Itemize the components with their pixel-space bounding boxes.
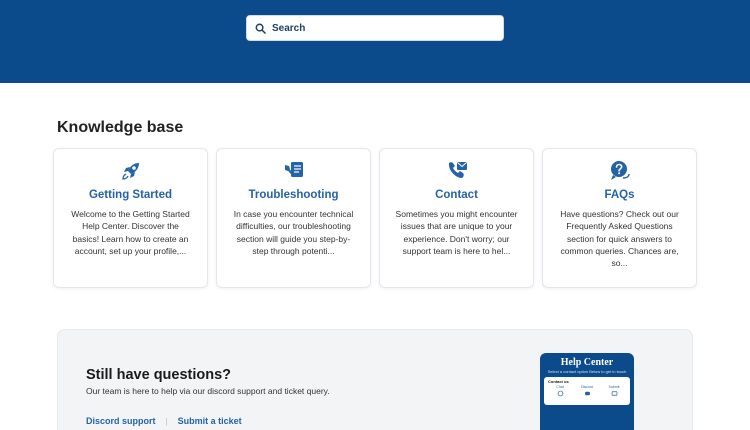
question-chat-icon	[608, 159, 632, 183]
card-description: Have questions? Check out our Frequently…	[560, 209, 679, 269]
section-title: Knowledge base	[57, 119, 184, 136]
still-have-questions-panel: Still have questions? Our team is here t…	[57, 329, 693, 430]
card-description: Sometimes you might encounter issues tha…	[395, 209, 518, 256]
card-contact[interactable]: Contact Sometimes you might encounter is…	[379, 148, 534, 288]
card-faqs[interactable]: FAQs Have questions? Check out our Frequ…	[542, 148, 697, 288]
ticket-icon	[611, 391, 617, 396]
preview-contact-panel: Contact us Chat Discord Submit	[544, 377, 630, 405]
cta-heading: Still have questions?	[86, 367, 232, 383]
submit-ticket-link[interactable]: Submit a ticket	[178, 416, 242, 426]
preview-subtitle: Select a contact option Below to get in …	[547, 369, 627, 374]
tools-icon	[282, 159, 306, 183]
preview-options: Chat Discord Submit	[548, 385, 626, 397]
card-title: Troubleshooting	[248, 189, 339, 201]
preview-option-submit: Submit	[602, 385, 626, 397]
search-placeholder: Search	[272, 22, 306, 34]
preview-option-label: Discord	[581, 385, 593, 389]
card-description: In case you encounter technical difficul…	[233, 209, 354, 256]
link-separator: |	[165, 416, 168, 426]
preview-option-label: Chat	[556, 385, 564, 389]
search-input[interactable]: Search	[246, 15, 504, 41]
hero-banner: Search	[0, 0, 750, 83]
preview-option-label: Submit	[608, 385, 620, 389]
card-title: Contact	[435, 189, 478, 201]
search-icon	[255, 23, 266, 34]
card-title: Getting Started	[88, 189, 173, 201]
card-getting-started[interactable]: Getting Started Welcome to the Getting S…	[53, 148, 208, 288]
rocket-icon	[119, 159, 143, 183]
preview-title: Help Center	[560, 357, 614, 368]
chat-icon	[557, 390, 563, 397]
cta-subtext: Our team is here to help via our discord…	[86, 386, 330, 396]
knowledge-base-cards: Getting Started Welcome to the Getting S…	[53, 148, 698, 288]
phone-mail-icon	[445, 159, 469, 183]
preview-option-discord: Discord	[575, 385, 599, 397]
card-troubleshooting[interactable]: Troubleshooting In case you encounter te…	[216, 148, 371, 288]
help-center-preview: Help Center Select a contact option Belo…	[540, 353, 634, 430]
card-title: FAQs	[604, 189, 635, 201]
preview-option-chat: Chat	[548, 385, 572, 397]
preview-panel-heading: Contact us	[548, 379, 569, 384]
cta-links: Discord support | Submit a ticket	[86, 416, 242, 426]
card-description: Welcome to the Getting Started Help Cent…	[71, 209, 190, 256]
discord-icon	[584, 391, 590, 396]
discord-support-link[interactable]: Discord support	[86, 416, 156, 426]
